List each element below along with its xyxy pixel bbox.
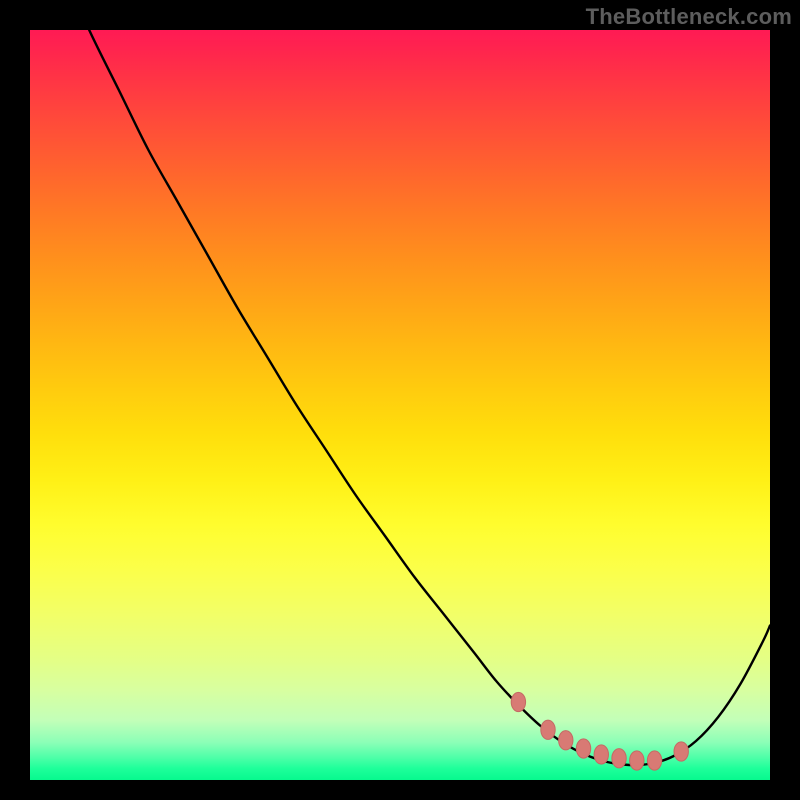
marker-dot xyxy=(630,751,644,770)
optimal-range-markers xyxy=(511,692,688,770)
plot-area xyxy=(30,30,770,780)
marker-dot xyxy=(576,739,590,758)
marker-dot xyxy=(647,751,661,770)
marker-dot xyxy=(559,731,573,750)
marker-dot xyxy=(594,745,608,764)
marker-dot xyxy=(511,692,525,711)
bottleneck-curve xyxy=(30,30,770,765)
marker-dot xyxy=(612,749,626,768)
chart-svg xyxy=(30,30,770,780)
marker-dot xyxy=(674,742,688,761)
chart-frame xyxy=(15,30,785,785)
watermark-text: TheBottleneck.com xyxy=(586,4,792,30)
marker-dot xyxy=(541,720,555,739)
